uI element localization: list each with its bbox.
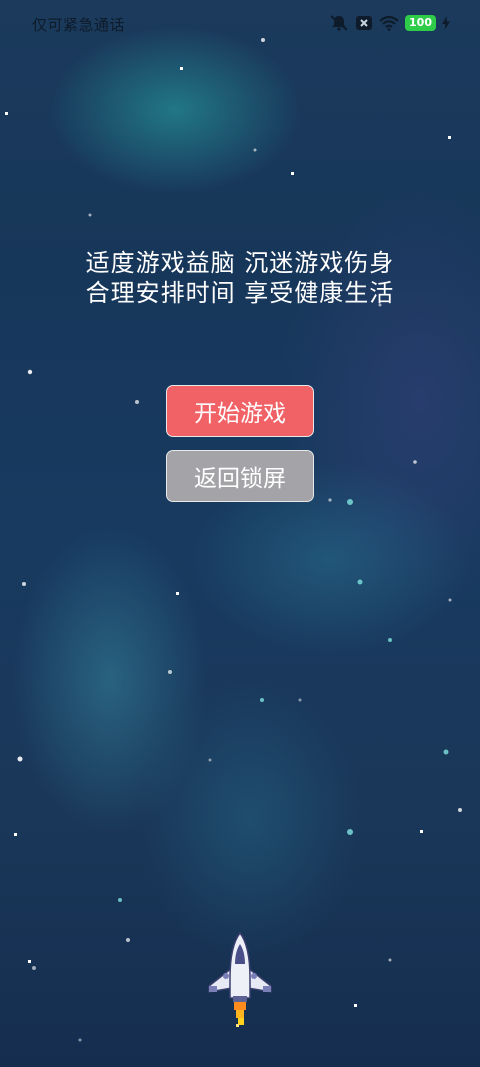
start-game-button[interactable]: 开始游戏 [166, 385, 314, 437]
health-notice-line-1: 适度游戏益脑 沉迷游戏伤身 [85, 249, 395, 277]
battery-level: 100 [405, 15, 436, 31]
health-notice-line-2: 合理安排时间 享受健康生活 [85, 279, 395, 307]
carrier-status-text: 仅可紧急通话 [32, 16, 126, 34]
return-lockscreen-button[interactable]: 返回锁屏 [166, 450, 314, 502]
mute-icon [330, 15, 348, 31]
game-screen: 仅可紧急通话 100 适度游戏益脑 沉迷游戏伤身 合理安排时间 享受健康生活 开… [0, 0, 480, 1067]
player-spaceship[interactable] [205, 930, 275, 1035]
wifi-icon [379, 15, 399, 31]
no-sim-icon [356, 16, 373, 30]
status-bar: 仅可紧急通话 100 [0, 0, 480, 50]
charging-icon [442, 16, 450, 30]
health-notice: 适度游戏益脑 沉迷游戏伤身 合理安排时间 享受健康生活 [0, 248, 480, 308]
starfield-background [5, 38, 462, 1042]
status-icons: 100 [329, 14, 450, 32]
